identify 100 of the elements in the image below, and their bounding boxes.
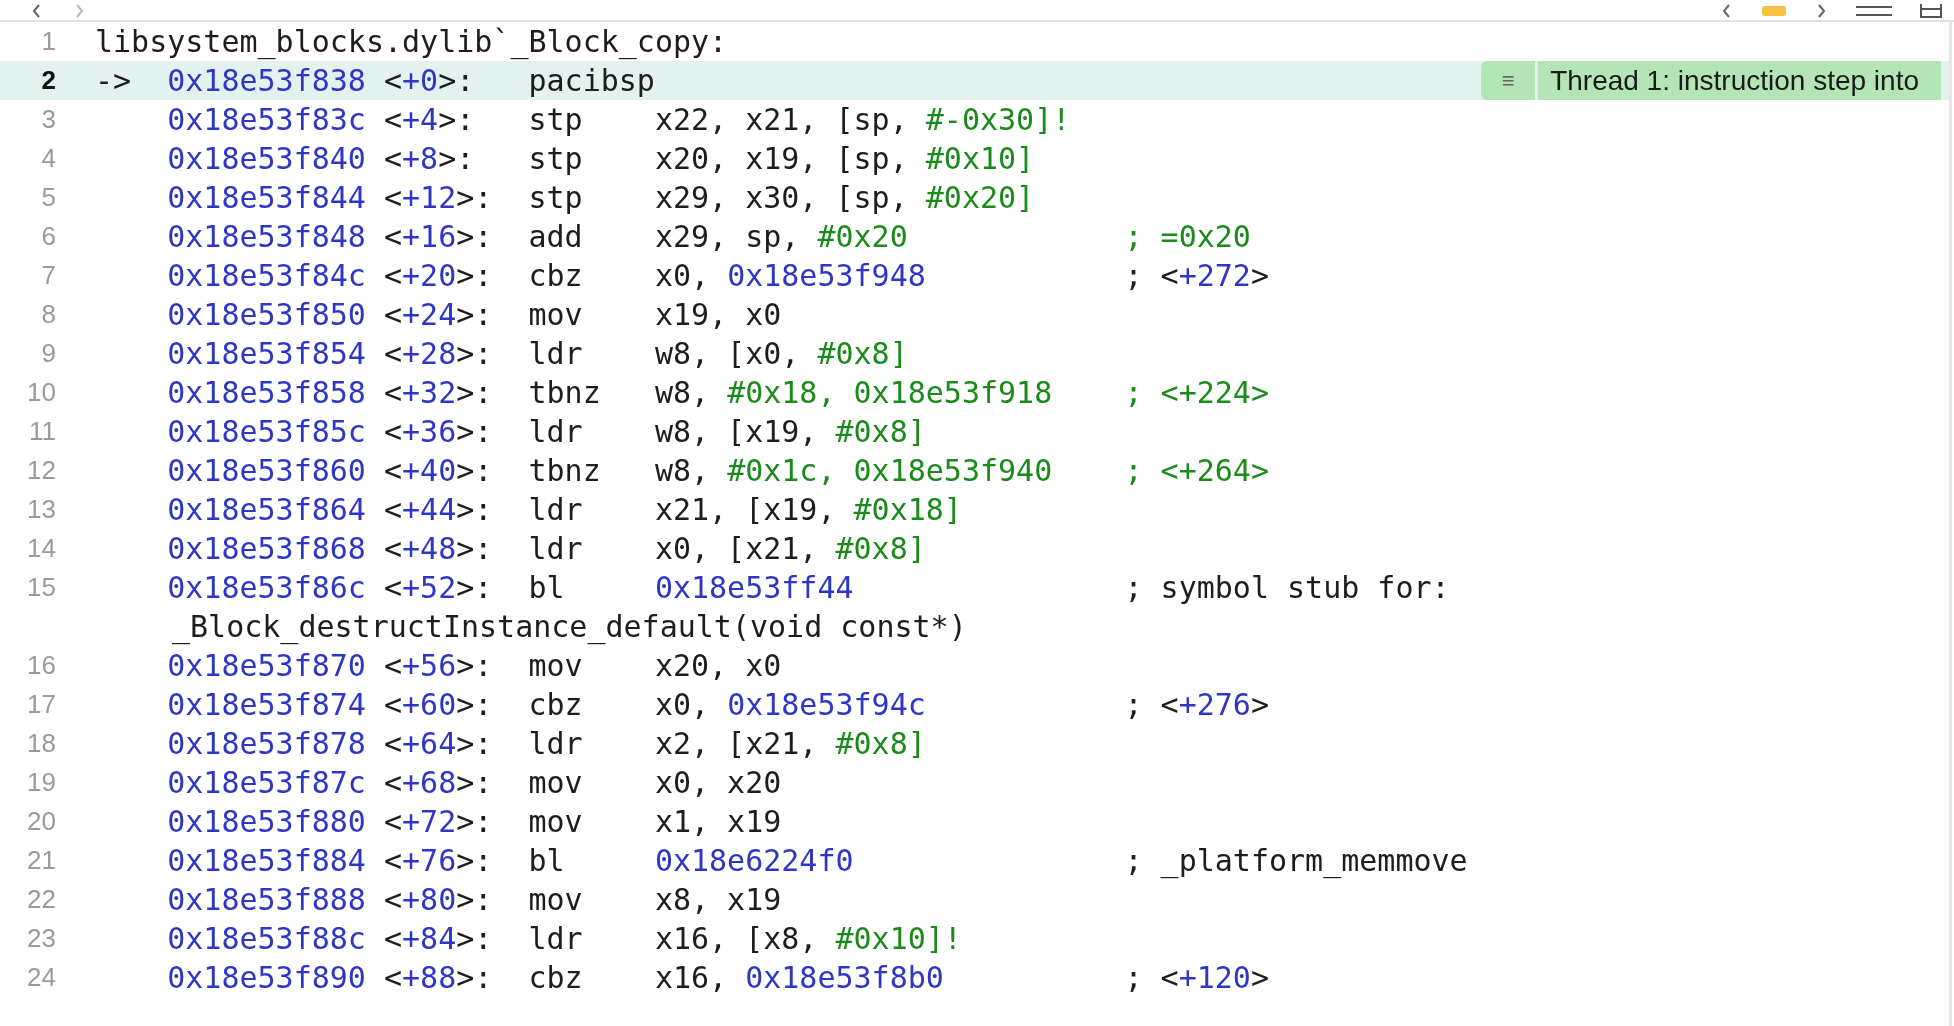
instruction-address: 0x18e53f848 [167,219,366,254]
address-offset: <+44>: [383,492,493,527]
line-number: 1 [40,26,56,57]
operands: x20, x0 [654,648,782,683]
instruction-address: 0x18e53f868 [167,531,366,566]
operands: x2, [x21, #0x8] [654,726,926,761]
line-number: 22 [26,884,56,915]
operands: w8, [x0, #0x8] [654,336,908,371]
line-number: 11 [28,416,56,447]
operands: x0, [x21, #0x8] [654,531,926,566]
panel-icon[interactable] [1920,4,1942,18]
address-offset: <+48>: [383,531,493,566]
line-number: 24 [26,962,56,993]
mnemonic: bl [528,570,565,605]
line-number: 21 [26,845,56,876]
address-offset: <+84>: [383,921,493,956]
operands: w8, #0x18, 0x18e53f918 [654,375,1053,410]
line-number: 2 [40,65,56,96]
line-number: 10 [26,377,56,408]
operands: x22, x21, [sp, #-0x30]! [654,102,1071,137]
line-number: 7 [40,260,56,291]
address-offset: <+32>: [383,375,493,410]
line-number: 6 [40,221,56,252]
line-number: 15 [26,572,56,603]
operands: x0, 0x18e53f948 [654,258,926,293]
mnemonic: mov [528,765,583,800]
operands: x0, x20 [654,765,782,800]
instruction-address: 0x18e53f850 [167,297,366,332]
operands: x8, x19 [654,882,782,917]
address-offset: <+68>: [383,765,493,800]
instruction-address: 0x18e53f878 [167,726,366,761]
mnemonic: ldr [528,921,583,956]
address-offset: <+88>: [383,960,493,995]
list-icon[interactable] [1856,4,1892,18]
instruction-address: 0x18e53f87c [167,765,366,800]
operands: x0, 0x18e53f94c [654,687,926,722]
operands: w8, #0x1c, 0x18e53f940 [654,453,1053,488]
instruction-address: 0x18e53f84c [167,258,366,293]
thread-annotation: Thread 1: instruction step into [1538,61,1941,100]
instruction-comment: ; <+276> [1124,687,1269,722]
address-offset: <+28>: [383,336,493,371]
menu-icon[interactable]: ≡ [1481,61,1536,100]
instruction-comment: ; <+224> [1124,375,1269,410]
mnemonic: stp [528,141,583,176]
instruction-address: 0x18e53f858 [167,375,366,410]
pc-arrow: -> [95,63,132,98]
instruction-address: 0x18e53f888 [167,882,366,917]
line-number: 8 [40,299,56,330]
instruction-comment: ; =0x20 [1124,219,1251,254]
operands: x21, [x19, #0x18] [654,492,962,527]
address-offset: <+72>: [383,804,493,839]
line-number: 23 [26,923,56,954]
address-offset: <+20>: [383,258,493,293]
mnemonic: stp [528,180,583,215]
operands: x29, sp, #0x20 [654,219,908,254]
mnemonic: stp [528,102,583,137]
instruction-address: 0x18e53f86c [167,570,366,605]
address-offset: <+24>: [383,297,493,332]
operands: x16, [x8, #0x10]! [654,921,962,956]
instruction-comment: ; <+120> [1124,960,1269,995]
mnemonic: add [528,219,583,254]
address-offset: <+80>: [383,882,493,917]
instruction-address: 0x18e53f844 [167,180,366,215]
line-number: 4 [40,143,56,174]
line-number: 9 [40,338,56,369]
mnemonic: ldr [528,336,583,371]
operands: x29, x30, [sp, #0x20] [654,180,1035,215]
mnemonic: mov [528,882,583,917]
instruction-address: 0x18e53f860 [167,453,366,488]
address-offset: <+16>: [383,219,493,254]
instruction-address: 0x18e53f890 [167,960,366,995]
line-number: 16 [26,650,56,681]
instruction-address: 0x18e53f884 [167,843,366,878]
operands: x1, x19 [654,804,782,839]
mnemonic: cbz [528,687,583,722]
mnemonic: ldr [528,414,583,449]
operands: x19, x0 [654,297,782,332]
address-offset: <+56>: [383,648,493,683]
address-offset: <+40>: [383,453,493,488]
instruction-address: 0x18e53f840 [167,141,366,176]
operands: x20, x19, [sp, #0x10] [654,141,1035,176]
instruction-address: 0x18e53f864 [167,492,366,527]
mnemonic: cbz [528,960,583,995]
address-offset: <+4>: [383,102,475,137]
mnemonic: mov [528,297,583,332]
operands: 0x18e53ff44 [654,570,854,605]
mnemonic: ldr [528,726,583,761]
instruction-address: 0x18e53f874 [167,687,366,722]
operands: 0x18e6224f0 [654,843,854,878]
address-offset: <+60>: [383,687,493,722]
line-number: 5 [40,182,56,213]
mnemonic: mov [528,804,583,839]
operands: w8, [x19, #0x8] [654,414,926,449]
mnemonic: ldr [528,492,583,527]
mnemonic: pacibsp [528,63,655,98]
line-number: 18 [26,728,56,759]
line-number: 20 [26,806,56,837]
instruction-address: 0x18e53f85c [167,414,366,449]
address-offset: <+76>: [383,843,493,878]
mnemonic: bl [528,843,565,878]
